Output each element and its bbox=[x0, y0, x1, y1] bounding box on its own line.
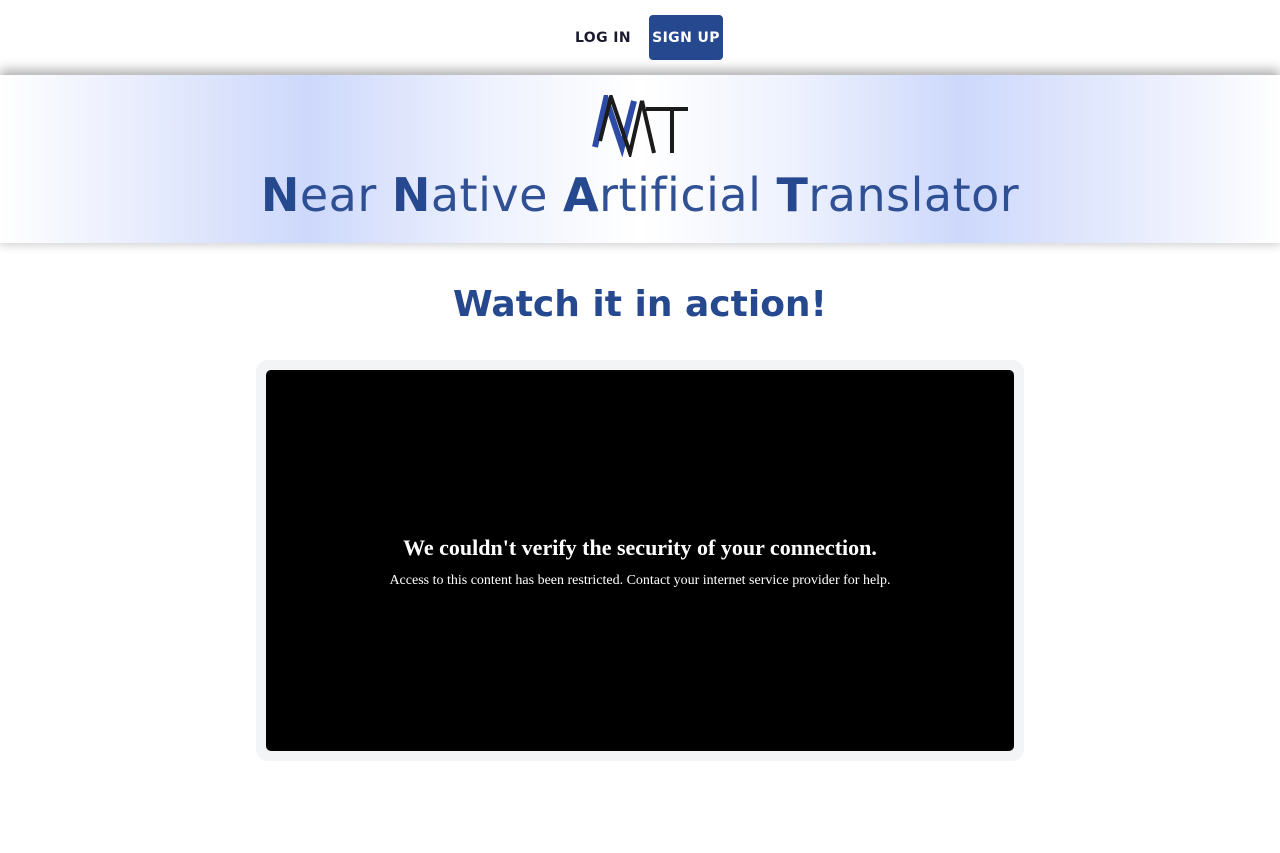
title-cap-3: A bbox=[563, 168, 600, 222]
title-rest-1: ear bbox=[299, 168, 392, 222]
video-frame: We couldn't verify the security of your … bbox=[256, 360, 1024, 761]
hero-banner: Near Native Artificial Translator bbox=[0, 75, 1280, 243]
video-error-title: We couldn't verify the security of your … bbox=[403, 535, 877, 560]
nat-logo-icon bbox=[592, 95, 688, 157]
video-error-text: Access to this content has been restrict… bbox=[389, 573, 891, 588]
site-title: Near Native Artificial Translator bbox=[0, 167, 1280, 223]
title-cap-4: T bbox=[776, 168, 809, 222]
video-player[interactable]: We couldn't verify the security of your … bbox=[266, 370, 1014, 751]
login-link[interactable]: LOG IN bbox=[557, 15, 649, 60]
title-rest-2: ative bbox=[430, 168, 564, 222]
signup-button[interactable]: SIGN UP bbox=[649, 15, 723, 60]
title-rest-3: rtificial bbox=[599, 168, 777, 222]
top-nav: LOG IN SIGN UP bbox=[0, 0, 1280, 75]
title-cap-1: N bbox=[260, 168, 300, 222]
title-rest-4: ranslator bbox=[808, 168, 1020, 222]
watch-heading: Watch it in action! bbox=[453, 284, 827, 325]
title-cap-2: N bbox=[391, 168, 431, 222]
